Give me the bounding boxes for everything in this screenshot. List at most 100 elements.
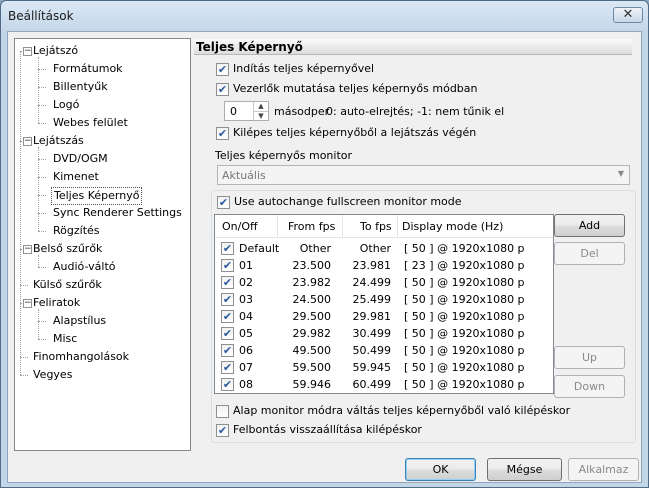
tree-item-label: Vegyes (33, 368, 73, 381)
col-display-mode[interactable]: Display mode (Hz) (402, 220, 503, 233)
table-row[interactable]: ✔ 04 29.500 29.981 [ 50 ] @ 1920x1080 p (215, 308, 553, 325)
tree-item-label: Billentyűk (53, 80, 108, 93)
table-row[interactable]: ✔ 07 59.500 59.945 [ 50 ] @ 1920x1080 p (215, 359, 553, 376)
row-checkbox[interactable]: ✔ (221, 344, 234, 357)
cell-from: Other (299, 242, 331, 255)
close-button[interactable]: ✕ (613, 7, 643, 23)
title-bar: Beállítások ✕ (1, 1, 648, 31)
cell-mode: [ 50 ] @ 1920x1080 p (404, 310, 525, 323)
close-icon: ✕ (622, 7, 634, 22)
show-controls-label: Vezerlők mutatása teljes képernyős módba… (233, 82, 478, 95)
launch-fullscreen-checkbox[interactable]: ✔ (216, 63, 229, 76)
table-row[interactable]: ✔ 06 49.500 50.499 [ 50 ] @ 1920x1080 p (215, 342, 553, 359)
col-from-fps[interactable]: From fps (288, 220, 335, 233)
tree-item-label: Audió-váltó (53, 260, 116, 273)
cell-to: 24.499 (352, 276, 392, 289)
exit-at-end-checkbox[interactable]: ✔ (216, 127, 229, 140)
row-checkbox[interactable]: ✔ (221, 310, 234, 323)
autochange-option[interactable]: ✔ Use autochange fullscreen monitor mode (217, 195, 462, 209)
tree-item-label: Lejátszás (33, 134, 84, 147)
tree-item-label: Logó (53, 98, 80, 111)
tree-item-label: Finomhangolások (33, 350, 130, 363)
launch-fullscreen-label: Indítás teljes képernyővel (233, 62, 375, 75)
up-button[interactable]: Up (554, 346, 625, 369)
cell-name: 05 (239, 327, 253, 340)
cell-name: 03 (239, 293, 253, 306)
hide-delay-value: 0 (230, 105, 237, 118)
dialog-client: − Lejátszó Formátumok Billentyűk Logó Webes f… (7, 31, 642, 483)
restore-res-checkbox[interactable]: ✔ (216, 424, 229, 437)
cell-mode: [ 50 ] @ 1920x1080 p (404, 242, 525, 255)
cell-from: 29.982 (292, 327, 332, 340)
spinner-arrows[interactable]: ▲ ▼ (253, 102, 268, 120)
autochange-checkbox[interactable]: ✔ (217, 196, 230, 209)
table-row[interactable]: ✔ 01 23.500 23.981 [ 23 ] @ 1920x1080 p (215, 257, 553, 274)
cell-from: 23.982 (292, 276, 332, 289)
window-title: Beállítások (8, 9, 74, 23)
cell-to: 59.945 (352, 361, 392, 374)
settings-tree[interactable]: − Lejátszó Formátumok Billentyűk Logó Webes f… (14, 38, 191, 451)
tree-item-label: DVD/OGM (53, 152, 108, 165)
cell-from: 59.946 (292, 378, 332, 391)
switch-on-exit-checkbox[interactable] (216, 405, 229, 418)
add-button[interactable]: Add (554, 214, 625, 237)
cell-to: 60.499 (352, 378, 392, 391)
tree-item-label: Formátumok (53, 62, 123, 75)
monitor-select[interactable]: Aktuális ▼ (217, 165, 630, 185)
monitor-label: Teljes képernyős monitor (215, 149, 353, 162)
cell-name: 07 (239, 361, 253, 374)
row-checkbox[interactable]: ✔ (221, 327, 234, 340)
table-row[interactable]: ✔ 02 23.982 24.499 [ 50 ] @ 1920x1080 p (215, 274, 553, 291)
table-row[interactable]: ✔ 05 29.982 30.499 [ 50 ] @ 1920x1080 p (215, 325, 553, 342)
tree-item-label: Alapstílus (53, 314, 107, 327)
cell-to: Other (359, 242, 391, 255)
row-checkbox[interactable]: ✔ (221, 242, 234, 255)
cell-mode: [ 50 ] @ 1920x1080 p (404, 344, 525, 357)
hide-delay-unit: másodper (274, 105, 330, 118)
cell-name: 02 (239, 276, 253, 289)
table-row[interactable]: ✔ Default Other Other [ 50 ] @ 1920x1080 p (215, 240, 553, 257)
cell-mode: [ 50 ] @ 1920x1080 p (404, 276, 525, 289)
spin-up-icon[interactable]: ▲ (254, 102, 268, 111)
cell-mode: [ 50 ] @ 1920x1080 p (404, 378, 525, 391)
row-checkbox[interactable]: ✔ (221, 361, 234, 374)
autochange-label: Use autochange fullscreen monitor mode (234, 195, 462, 208)
row-checkbox[interactable]: ✔ (221, 378, 234, 391)
del-button[interactable]: Del (554, 242, 625, 265)
cell-from: 24.500 (292, 293, 332, 306)
tree-item-label: Misc (53, 332, 78, 345)
spin-down-icon[interactable]: ▼ (254, 111, 268, 120)
cancel-button[interactable]: Mégse (487, 458, 562, 481)
show-controls-checkbox[interactable]: ✔ (216, 83, 229, 96)
cell-to: 50.499 (352, 344, 392, 357)
down-button[interactable]: Down (554, 375, 625, 398)
cell-name: 01 (239, 259, 253, 272)
tree-item-label: Belső szűrők (33, 242, 103, 255)
tree-item-label: Teljes Képernyő (51, 187, 143, 205)
cell-name: 08 (239, 378, 253, 391)
hide-delay-spinner[interactable]: 0 ▲ ▼ (224, 101, 269, 121)
display-mode-table[interactable]: On/Off From fps To fps Display mode (Hz)… (214, 214, 554, 394)
tree-item-label: Külső szűrők (33, 278, 102, 291)
cell-from: 49.500 (292, 344, 332, 357)
col-on-off[interactable]: On/Off (222, 220, 258, 233)
cell-mode: [ 50 ] @ 1920x1080 p (404, 293, 525, 306)
cell-to: 29.981 (352, 310, 392, 323)
row-checkbox[interactable]: ✔ (221, 293, 234, 306)
cell-to: 30.499 (352, 327, 392, 340)
tree-item-label: Sync Renderer Settings (53, 206, 182, 219)
ok-button[interactable]: OK (405, 458, 476, 481)
table-row[interactable]: ✔ 03 24.500 25.499 [ 50 ] @ 1920x1080 p (215, 291, 553, 308)
section-title: Teljes Képernyő (194, 39, 632, 55)
cell-mode: [ 23 ] @ 1920x1080 p (404, 259, 525, 272)
col-to-fps[interactable]: To fps (360, 220, 392, 233)
cell-name: 06 (239, 344, 253, 357)
tree-item-label: Rögzítés (53, 224, 100, 237)
cell-from: 29.500 (292, 310, 332, 323)
chevron-down-icon: ▼ (617, 169, 624, 178)
settings-window: Beállítások ✕ − Lejátszó Formátumok Billent… (0, 0, 649, 488)
row-checkbox[interactable]: ✔ (221, 259, 234, 272)
row-checkbox[interactable]: ✔ (221, 276, 234, 289)
table-row[interactable]: ✔ 08 59.946 60.499 [ 50 ] @ 1920x1080 p (215, 376, 553, 393)
apply-button[interactable]: Alkalmaz (568, 458, 639, 481)
